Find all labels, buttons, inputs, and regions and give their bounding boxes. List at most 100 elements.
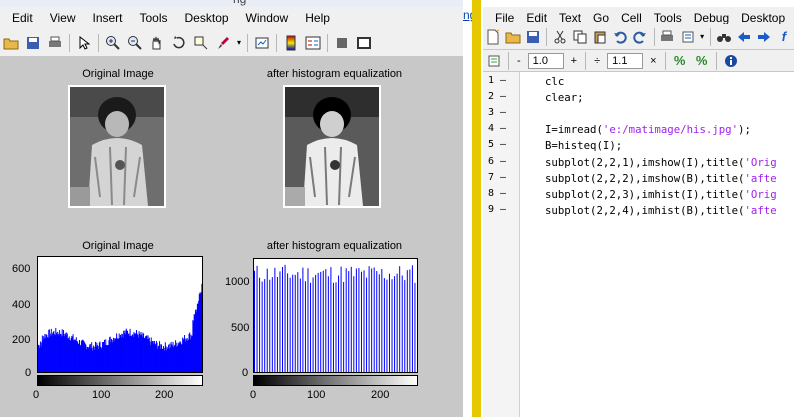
find-binoculars-icon[interactable] <box>714 26 734 48</box>
menu-desktop[interactable]: Desktop <box>177 11 238 25</box>
plot-title-original-image: Original Image <box>82 68 154 80</box>
plot-title-equalized-hist: after histogram equalization <box>266 240 403 252</box>
histogram-bar <box>266 268 268 372</box>
select-arrow-icon[interactable] <box>73 32 95 54</box>
toolbar-separator <box>69 33 70 52</box>
histogram-equalized-bars <box>254 264 416 372</box>
x-tick-0: 0 <box>33 389 40 401</box>
zoom-in-icon[interactable] <box>102 32 124 54</box>
line-number: 6 – <box>488 155 507 167</box>
menu-edit[interactable]: Edit <box>4 11 42 25</box>
data-cursor-icon[interactable] <box>190 32 212 54</box>
menu-go[interactable]: Go <box>587 11 615 25</box>
arrow-right-icon[interactable] <box>754 26 774 48</box>
function-icon[interactable]: f <box>774 26 794 48</box>
line-number: 9 – <box>488 203 507 215</box>
colorbar-icon[interactable] <box>280 32 302 54</box>
histogram-bar <box>297 272 299 372</box>
menu-window[interactable]: Window <box>238 11 298 25</box>
histogram-bar <box>317 272 319 372</box>
menu-text[interactable]: Text <box>553 11 587 25</box>
toolbar-separator <box>98 33 99 52</box>
child-photo-equalized <box>285 87 379 206</box>
editor-toolbar: ▾ f <box>483 24 794 50</box>
histogram-bar <box>381 268 383 372</box>
line-number: 5 – <box>488 139 507 151</box>
pan-hand-icon[interactable] <box>146 32 168 54</box>
save-icon[interactable] <box>22 32 44 54</box>
line-number: 8 – <box>488 187 507 199</box>
menu-view[interactable]: View <box>42 11 85 25</box>
menu-insert[interactable]: Insert <box>84 11 131 25</box>
histogram-original-bars <box>38 283 203 372</box>
histogram-bar <box>325 269 327 372</box>
dock-icon[interactable] <box>353 32 375 54</box>
figure-menubar: Edit View Insert Tools Desktop Window He… <box>0 7 463 29</box>
toolbar-separator <box>508 51 509 70</box>
toolbar-separator <box>247 33 248 52</box>
brush-icon[interactable] <box>212 32 234 54</box>
undo-icon[interactable] <box>610 26 630 48</box>
increment-button[interactable]: + <box>566 55 582 67</box>
new-file-icon[interactable] <box>483 26 503 48</box>
figure-window: ng Edit View Insert Tools Desktop Window… <box>0 0 463 417</box>
histogram-bar <box>292 274 294 372</box>
menu-desktop[interactable]: Desktop <box>735 11 791 25</box>
open-folder-icon[interactable] <box>0 32 22 54</box>
cell-value-input-2[interactable]: 1.1 <box>607 52 644 69</box>
vertical-scrollbar[interactable] <box>472 0 481 417</box>
menu-tools[interactable]: Tools <box>132 11 177 25</box>
help-icon[interactable] <box>720 50 742 72</box>
histogram-bar <box>322 270 324 372</box>
zoom-out-icon[interactable] <box>124 32 146 54</box>
menu-debug[interactable]: Debug <box>688 11 735 25</box>
x-tick-200: 200 <box>371 389 390 401</box>
redo-icon[interactable] <box>630 26 650 48</box>
cell-toolbar: - 1.0 + ÷ 1.1 × % % <box>483 50 794 72</box>
eval-cell-icon[interactable]: % <box>669 50 691 72</box>
hide-tools-icon[interactable] <box>331 32 353 54</box>
histogram-bar <box>307 268 309 372</box>
x-tick-0: 0 <box>250 389 257 401</box>
link-icon[interactable] <box>251 32 273 54</box>
histogram-bar <box>353 276 355 372</box>
copy-icon[interactable] <box>570 26 590 48</box>
histogram-bar <box>391 279 393 372</box>
histogram-bar <box>315 274 317 372</box>
legend-icon[interactable] <box>302 32 324 54</box>
histogram-bar <box>299 278 301 372</box>
histogram-equalized-axes <box>253 258 418 373</box>
histogram-bar <box>366 277 368 372</box>
menu-help[interactable]: Help <box>297 11 339 25</box>
y-tick-200: 200 <box>12 334 31 346</box>
toolbar-separator <box>585 51 587 70</box>
code-line: subplot(2,2,1),imshow(I),title('Orig <box>545 155 777 169</box>
insert-cell-icon[interactable] <box>483 50 505 72</box>
histogram-bar <box>378 274 380 372</box>
multiply-button[interactable]: × <box>645 55 661 67</box>
eval-advance-icon[interactable]: % <box>691 50 713 72</box>
paste-icon[interactable] <box>590 26 610 48</box>
divide-button[interactable]: ÷ <box>589 55 605 67</box>
decrement-button[interactable]: - <box>512 55 526 67</box>
chevron-down-icon[interactable]: ▾ <box>234 32 244 54</box>
histogram-bar <box>312 277 314 372</box>
histogram-bar <box>345 268 347 372</box>
histogram-bar <box>304 281 306 372</box>
menu-cell[interactable]: Cell <box>615 11 648 25</box>
menu-file[interactable]: File <box>489 11 520 25</box>
cell-value-input-1[interactable]: 1.0 <box>527 52 564 69</box>
histogram-bar <box>340 266 342 372</box>
cut-icon[interactable] <box>550 26 570 48</box>
menu-tools[interactable]: Tools <box>648 11 688 25</box>
code-line: clear; <box>545 91 584 105</box>
menu-edit[interactable]: Edit <box>520 11 553 25</box>
print-icon[interactable] <box>657 26 677 48</box>
open-folder-icon[interactable] <box>503 26 523 48</box>
rotate-3d-icon[interactable] <box>168 32 190 54</box>
save-icon[interactable] <box>523 26 543 48</box>
arrow-left-icon[interactable] <box>734 26 754 48</box>
print-icon[interactable] <box>44 32 66 54</box>
chevron-down-icon[interactable]: ▾ <box>698 26 707 48</box>
page-setup-icon[interactable] <box>678 26 698 48</box>
